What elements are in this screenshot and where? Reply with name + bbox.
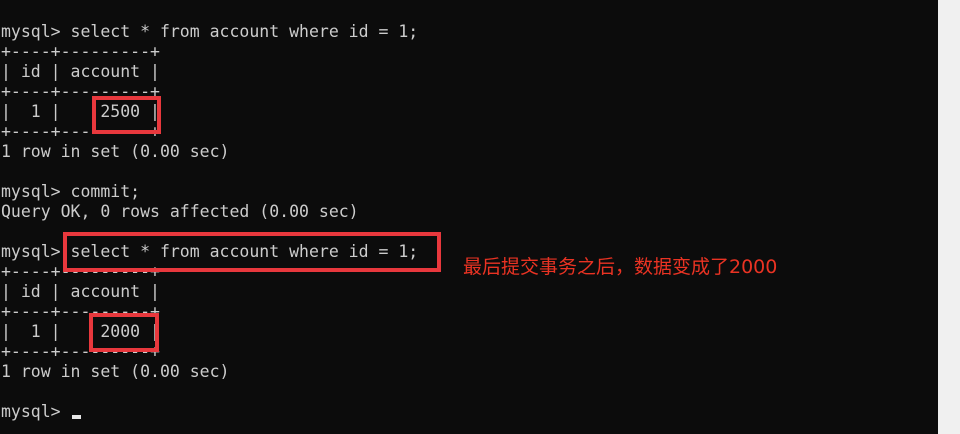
terminal-line-commit-result: Query OK, 0 rows affected (0.00 sec) (1, 202, 359, 221)
highlight-box-value-2500 (92, 96, 161, 134)
terminal-line-query-1: mysql> select * from account where id = … (1, 22, 419, 41)
terminal-window[interactable]: mysql> select * from account where id = … (0, 0, 938, 434)
annotation-text: 最后提交事务之后，数据变成了2000 (463, 256, 778, 278)
terminal-line-result-1: 1 row in set (0.00 sec) (1, 142, 230, 161)
highlight-box-value-2000 (89, 313, 159, 352)
vertical-scrollbar[interactable] (938, 0, 960, 434)
terminal-line-result-2: 1 row in set (0.00 sec) (1, 362, 230, 381)
table-header-1: | id | account | (1, 62, 160, 81)
highlight-box-query (63, 232, 441, 272)
text-cursor (72, 415, 81, 419)
terminal-prompt[interactable]: mysql> (1, 402, 71, 422)
table-header-2: | id | account | (1, 282, 160, 301)
terminal-line-commit: mysql> commit; (1, 182, 141, 201)
table-border-top-1: +----+---------+ (1, 42, 160, 61)
